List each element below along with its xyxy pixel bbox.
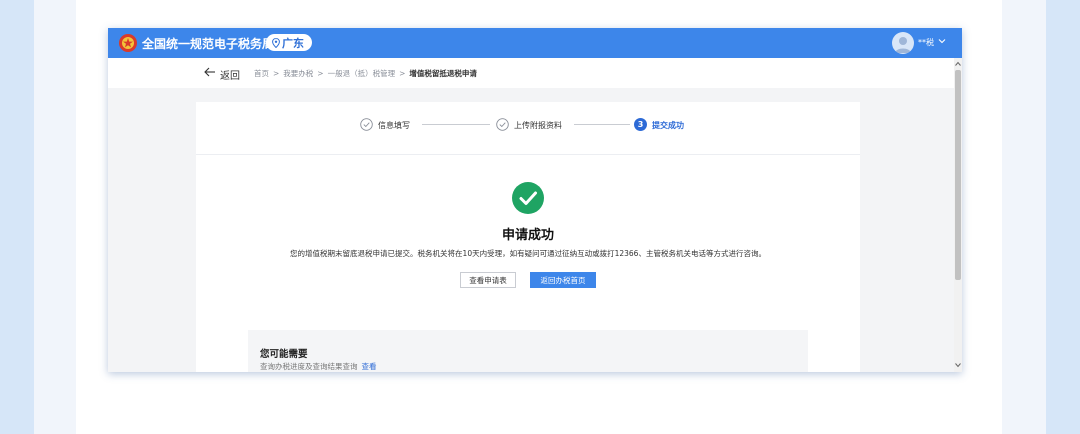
breadcrumb-bar: 返回 首页 > 我要办税 > 一般退（抵）税管理 > 增值税留抵退税申请 [108,58,954,88]
step-connector [422,124,490,125]
breadcrumb-separator: > [317,69,324,78]
vertical-scrollbar[interactable] [954,58,962,372]
step-done-check-icon [360,118,373,131]
breadcrumb: 首页 > 我要办税 > 一般退（抵）税管理 > 增值税留抵退税申请 [254,68,477,79]
step-label-upload: 上传附报资料 [514,121,562,130]
location-pin-icon [272,37,280,48]
breadcrumb-item-current: 增值税留抵退税申请 [409,69,477,78]
region-selector[interactable]: 广东 [266,34,312,51]
user-name[interactable]: **税 [918,37,934,48]
scrollbar-thumb[interactable] [955,70,961,280]
back-link[interactable]: 返回 [220,67,240,82]
breadcrumb-separator: > [399,69,406,78]
step-done-check-icon [496,118,509,131]
suggestion-view-link[interactable]: 查看 [362,362,377,371]
suggestion-item: 查询办税进度及查询结果查询 查看 [260,361,377,372]
user-avatar-icon [895,37,911,53]
scroll-down-arrow-icon[interactable] [954,362,962,368]
success-check-icon [512,182,544,214]
top-navigation-bar: 全国统一规范电子税务局 广东 **税 [108,28,962,58]
success-description: 您的增值税期末留底退税申请已提交。税务机关将在10天内受理，如有疑问可通过征纳互… [290,249,766,258]
suggestion-text: 查询办税进度及查询结果查询 [260,362,358,371]
site-title[interactable]: 全国统一规范电子税务局 [142,35,274,52]
suggestions-title: 您可能需要 [260,349,308,360]
return-home-button[interactable]: 返回办税首页 [530,272,596,288]
breadcrumb-item-refund-management[interactable]: 一般退（抵）税管理 [328,69,396,78]
progress-steps: 信息填写 上传附报资料 3 提交成功 [196,102,860,155]
breadcrumb-separator: > [273,69,280,78]
step-number-badge: 3 [634,118,647,131]
chevron-down-icon[interactable] [938,38,946,44]
success-title: 申请成功 [501,228,554,243]
region-label: 广东 [282,36,304,50]
breadcrumb-item-home[interactable]: 首页 [254,69,269,78]
step-label-submitted: 提交成功 [652,121,684,130]
suggestions-panel: 您可能需要 查询办税进度及查询结果查询 查看 [248,330,808,372]
step-label-info: 信息填写 [378,121,410,130]
national-emblem-icon [119,34,137,52]
back-arrow-icon[interactable] [204,67,216,77]
result-card: 信息填写 上传附报资料 3 提交成功 申请成功 您的增值税期末留底退税申请已提交… [196,102,860,372]
scroll-up-arrow-icon[interactable] [954,61,962,67]
step-connector [574,124,630,125]
browser-screenshot: 全国统一规范电子税务局 广东 **税 返回 首页 > 我要办税 > 一般退（抵）税管理 >… [108,28,962,372]
user-avatar[interactable] [892,32,914,54]
breadcrumb-item-tax-service[interactable]: 我要办税 [283,69,313,78]
view-application-button[interactable]: 查看申请表 [460,272,516,288]
